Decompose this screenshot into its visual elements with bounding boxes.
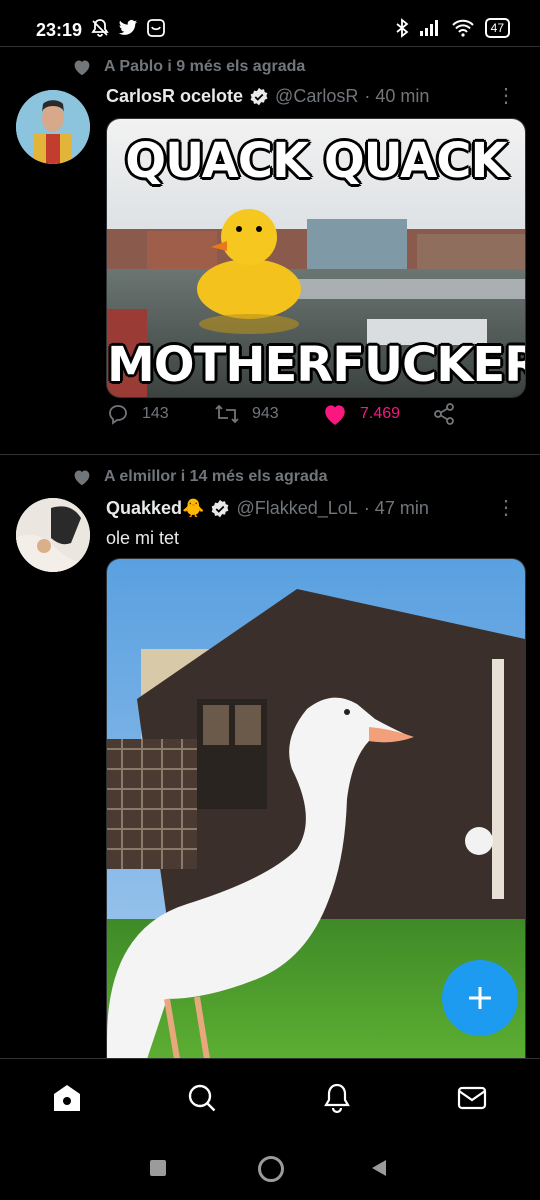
bell-off-icon — [91, 19, 109, 37]
twitter-bird-icon — [118, 20, 138, 35]
bluetooth-icon — [396, 18, 409, 38]
nav-messages[interactable] — [455, 1081, 489, 1115]
back-button[interactable] — [370, 1158, 388, 1178]
like-icon — [325, 405, 345, 425]
status-bar: 23:19 47 — [0, 0, 540, 46]
more-options-icon[interactable]: ⋮ — [496, 86, 516, 106]
social-context-text: A elmillor i 14 més els agrada — [104, 468, 328, 485]
nav-search[interactable] — [185, 1081, 219, 1115]
system-status-icons: 47 — [395, 18, 510, 38]
home-icon — [54, 1085, 80, 1111]
name-emoji: 🐥 — [182, 498, 205, 518]
social-context-text: A Pablo i 9 més els agrada — [104, 58, 306, 75]
social-context: A elmillor i 14 més els agrada — [72, 468, 328, 486]
reply-button[interactable]: 143 — [106, 402, 169, 426]
more-options-icon[interactable]: ⋮ — [496, 498, 516, 518]
tweet-header: Quakked 🐥 @Flakked_LoL · 47 min — [106, 498, 429, 519]
system-navigation-bar — [0, 1138, 540, 1200]
avatar-image — [16, 498, 90, 572]
reply-icon — [109, 405, 127, 425]
plus-icon — [469, 987, 491, 1009]
avatar[interactable] — [16, 90, 90, 164]
verified-badge-icon — [212, 499, 229, 517]
retweet-count: 943 — [252, 405, 279, 422]
heart-icon — [74, 470, 90, 486]
app-notification-icon — [147, 19, 165, 37]
nav-home[interactable] — [50, 1081, 84, 1115]
wifi-icon — [451, 19, 474, 37]
author-handle[interactable]: @CarlosR — [275, 86, 358, 107]
share-icon — [434, 403, 454, 425]
signal-icon — [419, 20, 438, 36]
home-system-button[interactable] — [258, 1156, 284, 1182]
mail-icon — [457, 1086, 487, 1110]
retweet-button[interactable]: 943 — [214, 402, 279, 426]
battery-indicator: 47 — [484, 18, 510, 38]
share-button[interactable] — [432, 402, 456, 426]
social-context: A Pablo i 9 més els agrada — [72, 58, 305, 76]
avatar[interactable] — [16, 498, 90, 572]
meme-bottom-text: MOTHERFUCKER — [107, 337, 526, 393]
tweet-time: · 40 min — [364, 86, 430, 106]
nav-notifications[interactable] — [320, 1081, 354, 1115]
author-name[interactable]: CarlosR ocelote — [106, 86, 243, 107]
recent-apps-button[interactable] — [150, 1160, 166, 1176]
like-count: 7.469 — [360, 405, 401, 422]
like-button[interactable]: 7.469 — [322, 402, 400, 426]
tweet-time: · 47 min — [363, 498, 429, 518]
bell-icon — [324, 1083, 350, 1114]
tweet-media[interactable]: QUACK QUACK MOTHERFUCKER — [106, 118, 526, 398]
bottom-navigation — [0, 1058, 540, 1139]
tweet-text: ole mi tet — [106, 528, 180, 548]
verified-badge-icon — [250, 87, 268, 105]
compose-tweet-button[interactable] — [442, 960, 518, 1036]
heart-icon — [74, 60, 90, 76]
retweet-icon — [215, 404, 239, 424]
meme-top-text: QUACK QUACK — [125, 133, 507, 189]
author-handle[interactable]: @Flakked_LoL — [236, 498, 357, 519]
status-time: 23:19 — [36, 20, 83, 40]
notification-icons — [90, 18, 166, 38]
tweet-header: CarlosR ocelote @CarlosR · 40 min — [106, 86, 429, 107]
tweet[interactable]: A Pablo i 9 més els agrada CarlosR ocelo… — [0, 46, 540, 454]
author-name[interactable]: Quakked — [106, 498, 182, 519]
reply-count: 143 — [142, 405, 169, 422]
avatar-image — [16, 90, 90, 164]
search-icon — [188, 1084, 216, 1112]
